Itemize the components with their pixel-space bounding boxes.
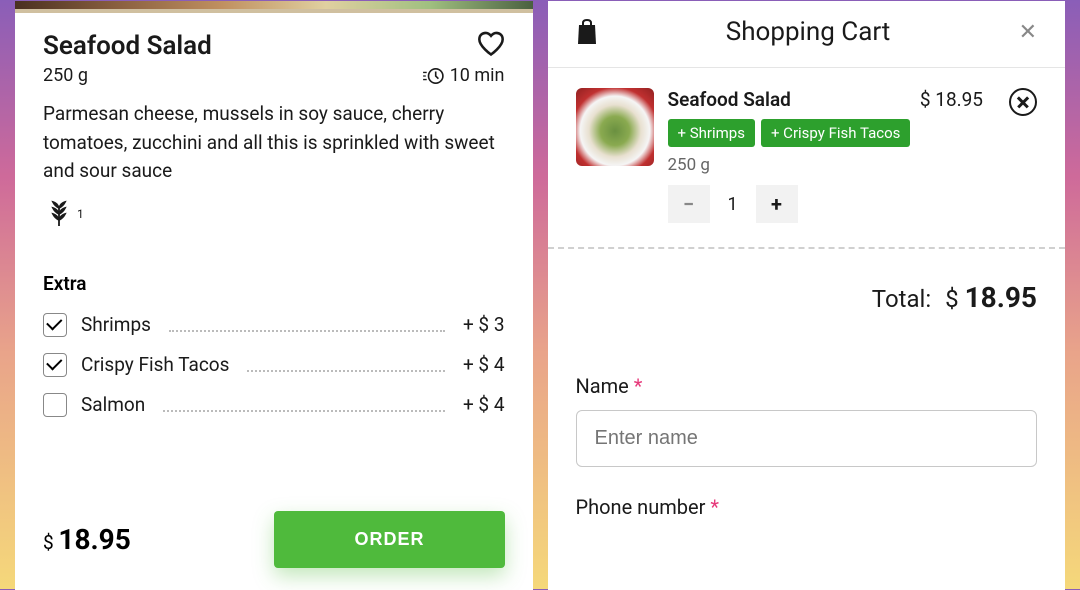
prep-time-value: 10 min [450, 65, 505, 86]
total-label: Total: [872, 285, 931, 313]
favorite-icon[interactable] [477, 31, 505, 57]
total-currency: $ [945, 285, 959, 313]
required-mark: * [634, 374, 643, 398]
phone-label-text: Phone number [576, 495, 706, 519]
product-title: Seafood Salad [43, 31, 212, 61]
product-total-price: $ 18.95 [43, 523, 131, 556]
product-detail-panel: Seafood Salad 250 g 10 min Parmesan chee… [15, 1, 533, 590]
extra-label: Shrimps [81, 313, 151, 336]
name-field-label: Name * [576, 374, 1038, 398]
cart-item-weight: 250 g [668, 155, 1038, 175]
cart-total-row: Total: $ 18.95 [548, 249, 1066, 324]
quantity-increase-button[interactable]: + [756, 185, 798, 223]
allergen-count: 1 [77, 207, 84, 221]
checkbox-crispy-fish-tacos[interactable] [43, 353, 67, 377]
cart-tag: + Crispy Fish Tacos [761, 119, 910, 147]
dots-divider [247, 370, 444, 372]
remove-item-button[interactable] [1009, 88, 1037, 116]
quantity-value: 1 [710, 185, 756, 223]
quantity-stepper: − 1 + [668, 185, 1038, 223]
total-amount: 18.95 [58, 523, 130, 556]
extra-label: Salmon [81, 393, 145, 416]
checkbox-salmon[interactable] [43, 393, 67, 417]
cart-total-amount: 18.95 [965, 281, 1037, 314]
product-description: Parmesan cheese, mussels in soy sauce, c… [15, 100, 533, 186]
bag-icon [576, 19, 598, 45]
prep-time: 10 min [422, 65, 505, 86]
extras-title: Extra [43, 272, 505, 295]
currency: $ [43, 531, 54, 554]
cart-item-image [576, 88, 654, 166]
extras-section: Extra Shrimps + $ 3 Crispy Fish Tacos + … [15, 228, 533, 417]
checkbox-shrimps[interactable] [43, 313, 67, 337]
cart-tag: + Shrimps [668, 119, 755, 147]
cart-item-tags: + Shrimps + Crispy Fish Tacos [668, 119, 1038, 147]
cart-header: Shopping Cart ✕ [548, 1, 1066, 68]
wheat-icon [43, 200, 75, 228]
extra-row-shrimps[interactable]: Shrimps + $ 3 [43, 313, 505, 337]
name-label-text: Name [576, 374, 629, 398]
phone-field-label: Phone number * [576, 495, 1038, 519]
extra-price: + $ 3 [463, 313, 505, 336]
extra-price: + $ 4 [463, 353, 505, 376]
shopping-cart-panel: Shopping Cart ✕ Seafood Salad + Shrimps … [548, 1, 1066, 590]
product-weight: 250 g [43, 65, 88, 86]
order-button[interactable]: ORDER [274, 511, 504, 568]
dots-divider [169, 330, 445, 332]
clock-icon [422, 67, 444, 85]
allergen-row: 1 [15, 186, 533, 228]
extra-row-crispy-fish-tacos[interactable]: Crispy Fish Tacos + $ 4 [43, 353, 505, 377]
cart-item: Seafood Salad + Shrimps + Crispy Fish Ta… [548, 68, 1066, 249]
product-footer: $ 18.95 ORDER [43, 511, 505, 568]
dots-divider [163, 410, 445, 412]
quantity-decrease-button[interactable]: − [668, 185, 710, 223]
required-mark: * [710, 495, 719, 519]
extra-row-salmon[interactable]: Salmon + $ 4 [43, 393, 505, 417]
product-image [15, 1, 533, 13]
extra-price: + $ 4 [463, 393, 505, 416]
product-meta: 250 g 10 min [15, 61, 533, 100]
product-header: Seafood Salad [15, 13, 533, 61]
name-input[interactable] [576, 410, 1038, 467]
close-icon[interactable]: ✕ [1019, 20, 1037, 45]
cart-item-price: $ 18.95 [920, 88, 983, 111]
cart-title: Shopping Cart [598, 17, 1019, 47]
checkout-form: Name * Phone number * [548, 324, 1066, 519]
extra-label: Crispy Fish Tacos [81, 353, 229, 376]
